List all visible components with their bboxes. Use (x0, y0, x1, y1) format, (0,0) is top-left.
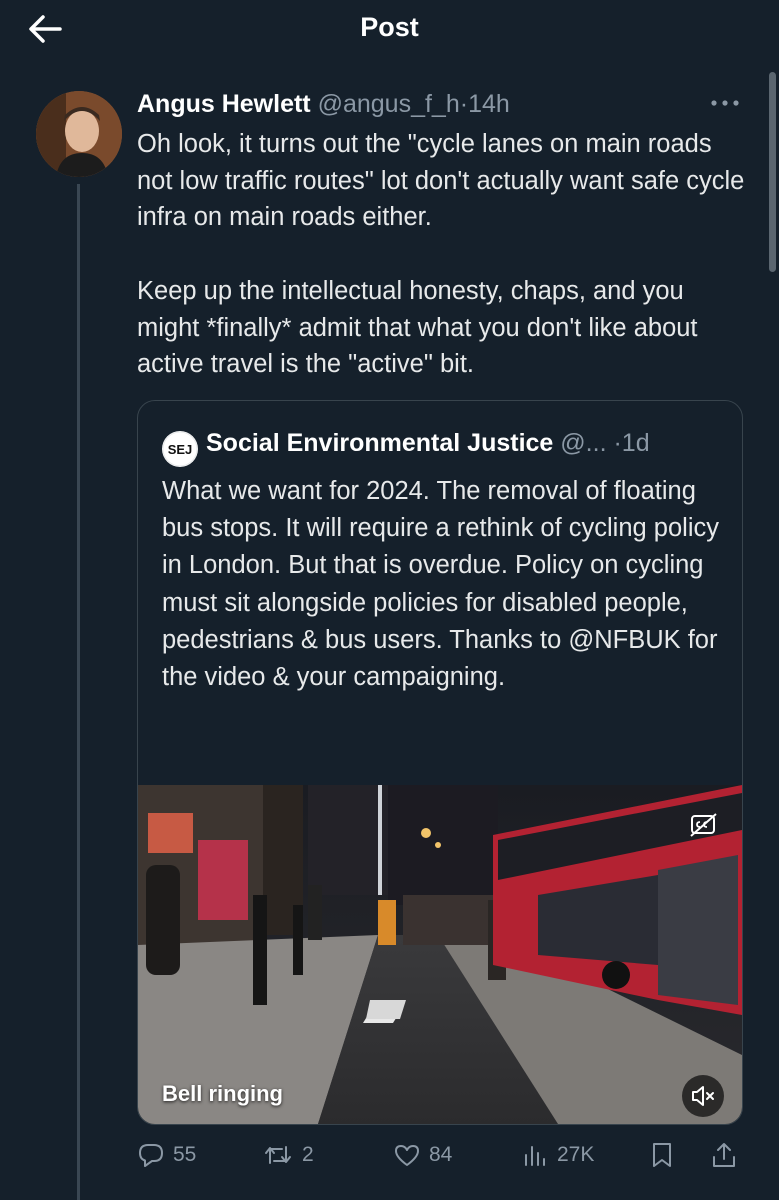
separator-dot: · (459, 90, 469, 118)
quoted-author-handle[interactable]: @... (560, 429, 606, 457)
repost-button[interactable]: 2 (262, 1139, 314, 1171)
quoted-post[interactable]: SEJ Social Environmental Justice @... ·1… (137, 400, 743, 1125)
reply-icon (137, 1141, 165, 1169)
views-count: 27K (557, 1143, 595, 1166)
post-time[interactable]: 14h (468, 90, 510, 118)
video-caption: Bell ringing (162, 1081, 283, 1106)
post-paragraph: Oh look, it turns out the "cycle lanes o… (137, 130, 745, 232)
reply-button[interactable]: 55 (137, 1139, 196, 1171)
bookmark-icon (649, 1141, 675, 1169)
video-player[interactable]: Bell ringing (138, 785, 742, 1124)
post-paragraph: Keep up the intellectual honesty, chaps,… (137, 276, 698, 379)
views-button[interactable]: 27K (521, 1139, 594, 1171)
post-body: Oh look, it turns out the "cycle lanes o… (137, 126, 747, 383)
mute-icon[interactable] (682, 1075, 724, 1117)
share-button[interactable] (710, 1139, 738, 1171)
quoted-text: What we want for 2024. The removal of fl… (162, 477, 719, 692)
quoted-author-name[interactable]: Social Environmental Justice (206, 429, 553, 457)
author-name[interactable]: Angus Hewlett (137, 90, 311, 118)
share-icon (710, 1141, 738, 1169)
bookmark-button[interactable] (649, 1139, 675, 1171)
post-header: Angus Hewlett @angus_f_h·14h (137, 88, 510, 120)
page-title: Post (360, 12, 419, 42)
thread-line (77, 184, 80, 1200)
quoted-avatar[interactable]: SEJ (162, 431, 198, 467)
reply-count: 55 (173, 1143, 197, 1166)
like-count: 84 (429, 1143, 453, 1166)
more-options-icon[interactable] (707, 88, 743, 118)
author-handle[interactable]: @angus_f_h (318, 90, 460, 118)
captions-off-icon[interactable] (688, 811, 720, 839)
top-bar: Post (0, 0, 779, 58)
quoted-header: Social Environmental Justice @... ·1d (206, 427, 650, 459)
svg-text:SEJ: SEJ (168, 442, 193, 457)
quoted-time[interactable]: 1d (622, 429, 650, 457)
views-icon (521, 1141, 549, 1169)
action-bar: 55 2 84 27K (0, 1135, 779, 1175)
heart-icon (393, 1141, 421, 1169)
separator-dot: · (613, 429, 622, 457)
like-button[interactable]: 84 (393, 1139, 452, 1171)
scrollbar[interactable] (769, 72, 776, 272)
repost-icon (262, 1141, 294, 1169)
avatar[interactable] (36, 91, 122, 177)
repost-count: 2 (302, 1143, 314, 1166)
